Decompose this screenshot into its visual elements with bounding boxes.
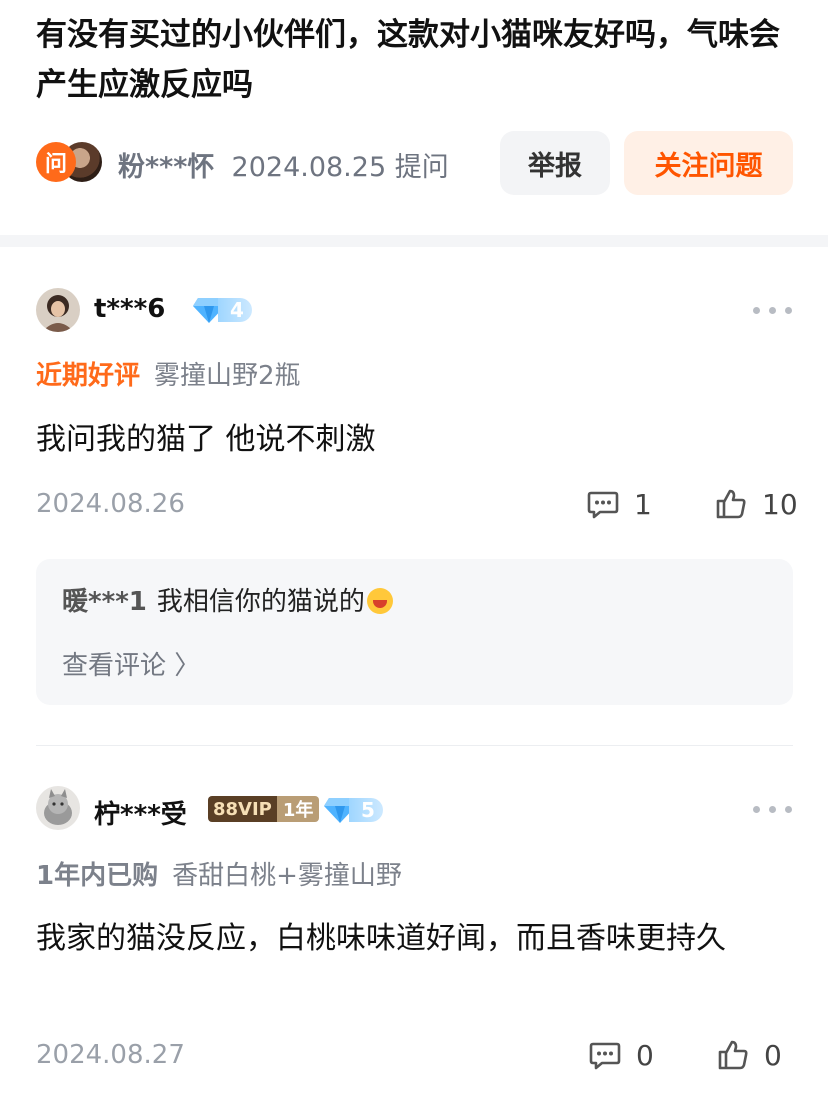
asker-name: 粉***怀 xyxy=(118,152,215,183)
question-title: 有没有买过的小伙伴们，这款对小猫咪友好吗，气味会产生应激反应吗 xyxy=(36,17,780,103)
reply-user: 暖***1 xyxy=(62,587,147,617)
purchase-spec: 香甜白桃+雾撞山野 xyxy=(172,861,402,891)
asker-row: 问 粉***怀 2024.08.25 提问 举报 关注问题 xyxy=(36,131,796,195)
purchase-spec: 雾撞山野2瓶 xyxy=(154,361,301,391)
review-card: t***6 4 近期好评 雾撞山野2瓶 我问我的猫了 他说不刺激 2024.08.… xyxy=(36,285,798,705)
avatar[interactable] xyxy=(36,288,80,332)
comment-button[interactable]: 0 xyxy=(588,1038,654,1072)
section-divider xyxy=(0,235,828,247)
like-button[interactable]: 10 xyxy=(714,487,798,521)
reviewer-name[interactable]: t***6 xyxy=(94,294,165,324)
avatar[interactable] xyxy=(36,786,80,830)
comment-count: 1 xyxy=(634,487,652,521)
member-level-badge: 5 xyxy=(323,796,383,824)
follow-question-button[interactable]: 关注问题 xyxy=(624,131,793,195)
question-date: 2024.08.25 xyxy=(231,152,387,183)
review-tagline: 近期好评 雾撞山野2瓶 xyxy=(36,355,301,392)
review-tagline: 1年内已购 香甜白桃+雾撞山野 xyxy=(36,855,402,892)
like-button[interactable]: 0 xyxy=(716,1038,782,1072)
review-footer: 2024.08.27 0 0 xyxy=(36,1038,793,1078)
reply-text: 我相信你的猫说的 xyxy=(156,587,365,617)
review-date: 2024.08.26 xyxy=(36,489,185,519)
question-badge-icon: 问 xyxy=(36,142,76,182)
review-date: 2024.08.27 xyxy=(36,1040,185,1070)
comment-button[interactable]: 1 xyxy=(586,487,652,521)
reply-line: 暖***1 我相信你的猫说的 xyxy=(62,581,393,618)
like-count: 10 xyxy=(762,487,798,521)
diamond-level: 5 xyxy=(349,798,383,822)
more-dots-icon[interactable] xyxy=(753,303,793,317)
report-button[interactable]: 举报 xyxy=(500,131,610,195)
comment-bubble-icon xyxy=(589,1042,621,1070)
comment-bubble-icon xyxy=(587,491,619,519)
vip-label: 88VIP xyxy=(208,796,277,822)
vip-badge: 88VIP 1年 xyxy=(208,796,320,822)
thumbs-up-icon xyxy=(718,1040,748,1070)
member-level-badge: 4 xyxy=(192,296,252,324)
review-footer: 2024.08.26 1 10 xyxy=(36,487,798,527)
comment-count: 0 xyxy=(636,1038,654,1072)
review-tag: 1年内已购 xyxy=(36,861,159,891)
view-comments-link[interactable]: 查看评论 〉 xyxy=(62,645,200,682)
review-divider xyxy=(36,745,793,746)
question-action: 提问 xyxy=(394,152,449,183)
review-card: 柠***受 88VIP 1年 5 1年内已购 香甜白桃+雾撞山野 我家的猫没反应，… xyxy=(36,786,793,1086)
asker-meta: 粉***怀 2024.08.25 提问 xyxy=(118,145,449,184)
diamond-level: 4 xyxy=(218,298,252,322)
reviewer-name[interactable]: 柠***受 xyxy=(94,794,187,831)
review-content: 我家的猫没反应，白桃味味道好闻，而且香味更持久 xyxy=(36,921,726,956)
like-count: 0 xyxy=(764,1038,782,1072)
thumbs-up-icon xyxy=(716,489,746,519)
review-content: 我问我的猫了 他说不刺激 xyxy=(36,422,376,457)
more-dots-icon[interactable] xyxy=(753,802,793,816)
laughing-emoji-icon xyxy=(366,588,393,614)
vip-years: 1年 xyxy=(276,796,320,822)
reply-preview[interactable]: 暖***1 我相信你的猫说的 查看评论 〉 xyxy=(36,559,793,705)
review-tag: 近期好评 xyxy=(36,361,141,391)
